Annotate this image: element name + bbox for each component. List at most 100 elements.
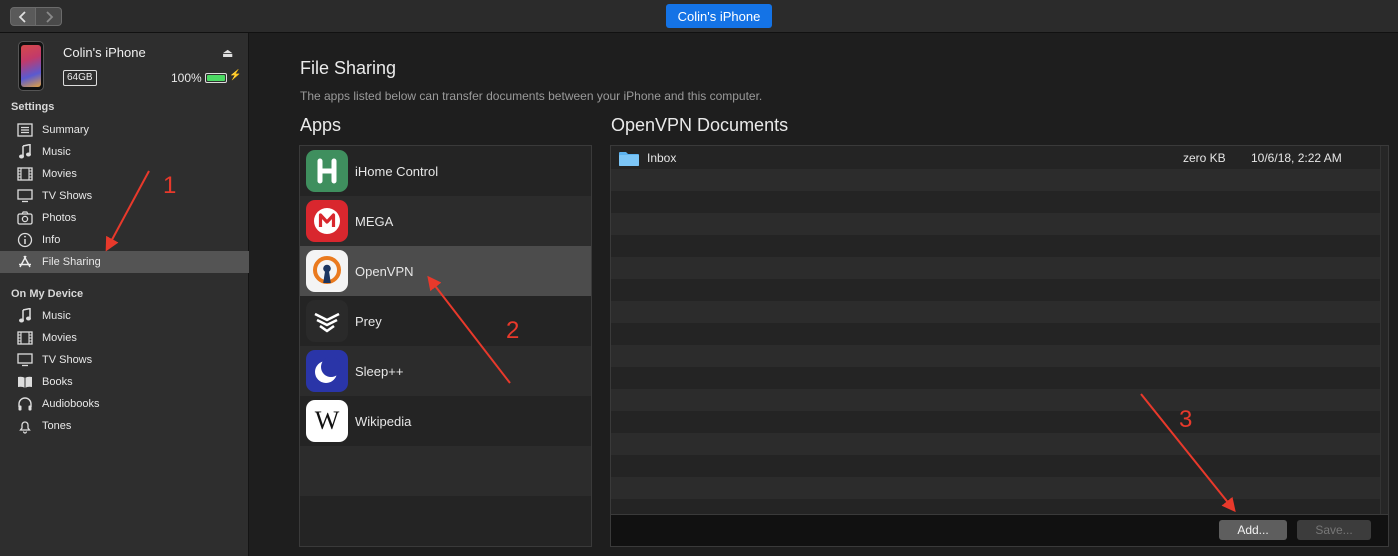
sidebar-item-label: Tones: [42, 420, 72, 432]
sidebar-item-label: Photos: [42, 212, 77, 224]
app-row-sleep[interactable]: Sleep++: [300, 346, 591, 396]
sidebar-item-photos[interactable]: Photos: [0, 207, 249, 229]
sidebar-item-label: Movies: [42, 168, 77, 180]
app-name: Prey: [355, 313, 382, 329]
forward-button[interactable]: [36, 7, 62, 26]
app-row-ihome-control[interactable]: iHome Control: [300, 146, 591, 196]
add-button[interactable]: Add...: [1219, 520, 1287, 540]
wikipedia-icon: W: [306, 400, 348, 442]
sidebar-item-file-sharing[interactable]: File Sharing: [0, 251, 249, 273]
info-icon: [16, 232, 34, 248]
app-name: iHome Control: [355, 163, 439, 179]
eject-icon[interactable]: ⏏: [222, 46, 233, 60]
documents-list: Inbox zero KB 10/6/18, 2:22 AM Add... Sa…: [610, 145, 1389, 547]
app-store-icon: [16, 254, 34, 270]
sidebar-item-device-tv-shows[interactable]: TV Shows: [0, 349, 249, 371]
empty-row: [300, 446, 591, 496]
sidebar-item-device-music[interactable]: Music: [0, 305, 249, 327]
list-stripe: [611, 191, 1388, 213]
sidebar-item-info[interactable]: Info: [0, 229, 249, 251]
sidebar-item-label: Movies: [42, 332, 77, 344]
ihome-icon: [306, 150, 348, 192]
book-icon: [16, 374, 34, 390]
chevron-left-icon: [18, 10, 26, 23]
list-stripe: [611, 235, 1388, 257]
music-note-icon: [16, 144, 34, 160]
list-stripe: [611, 279, 1388, 301]
list-stripe: [611, 411, 1388, 433]
apps-list: iHome Control MEGA OpenVPN Prey Sleep++: [299, 145, 592, 547]
list-stripe: [611, 477, 1388, 499]
film-icon: [16, 166, 34, 182]
sidebar-item-device-movies[interactable]: Movies: [0, 327, 249, 349]
list-stripe: [611, 433, 1388, 455]
annotation-step-3: 3: [1179, 406, 1193, 433]
history-nav: [10, 7, 62, 26]
on-my-device-header: On My Device: [11, 288, 84, 300]
mega-icon: [306, 200, 348, 242]
sidebar-item-label: TV Shows: [42, 354, 93, 366]
app-row-openvpn[interactable]: OpenVPN: [300, 246, 591, 296]
list-stripe: [611, 345, 1388, 367]
sidebar-item-books[interactable]: Books: [0, 371, 249, 393]
app-name: Wikipedia: [355, 413, 412, 429]
sidebar-item-audiobooks[interactable]: Audiobooks: [0, 393, 249, 415]
device-button[interactable]: Colin's iPhone: [666, 4, 772, 28]
folder-icon: [619, 152, 639, 166]
app-row-mega[interactable]: MEGA: [300, 196, 591, 246]
capacity-badge: 64GB: [63, 70, 97, 86]
sidebar-item-label: Books: [42, 376, 73, 388]
device-name: Colin's iPhone: [63, 45, 146, 60]
app-row-prey[interactable]: Prey: [300, 296, 591, 346]
empty-row: [300, 496, 591, 546]
tv-icon: [16, 188, 34, 204]
annotation-step-2: 2: [506, 317, 520, 344]
sidebar-item-music[interactable]: Music: [0, 141, 249, 163]
documents-footer: Add... Save...: [611, 514, 1388, 546]
page-title: File Sharing: [300, 58, 397, 78]
openvpn-icon: [306, 250, 348, 292]
battery-percent: 100%: [171, 71, 202, 85]
charging-icon: ⚡: [229, 70, 242, 81]
save-button[interactable]: Save...: [1297, 520, 1371, 540]
sidebar-item-label: File Sharing: [42, 256, 101, 268]
summary-icon: [16, 122, 34, 138]
camera-icon: [16, 210, 34, 226]
document-date: 10/6/18, 2:22 AM: [1251, 151, 1342, 165]
sidebar-item-label: Audiobooks: [42, 398, 100, 410]
sidebar-item-label: Music: [42, 310, 71, 322]
app-name: MEGA: [355, 213, 394, 229]
sidebar: Colin's iPhone ⏏ 64GB 100% ⚡ Settings Su…: [0, 33, 249, 556]
sidebar-item-tones[interactable]: Tones: [0, 415, 249, 437]
list-stripe: [611, 367, 1388, 389]
back-button[interactable]: [10, 7, 36, 26]
iphone-icon: [18, 41, 44, 91]
settings-header: Settings: [11, 101, 55, 113]
headphones-icon: [16, 396, 34, 412]
page-description: The apps listed below can transfer docum…: [300, 89, 763, 103]
sidebar-item-summary[interactable]: Summary: [0, 119, 249, 141]
app-row-wikipedia[interactable]: W Wikipedia: [300, 396, 591, 446]
toolbar: Colin's iPhone: [0, 0, 1398, 33]
document-row-inbox[interactable]: Inbox zero KB 10/6/18, 2:22 AM: [611, 147, 1388, 169]
sidebar-item-label: Info: [42, 234, 61, 246]
app-name: Sleep++: [355, 363, 404, 379]
chevron-right-icon: [45, 10, 53, 23]
list-stripe: [611, 455, 1388, 477]
film-icon: [16, 330, 34, 346]
sidebar-item-tv-shows[interactable]: TV Shows: [0, 185, 249, 207]
battery-icon: [205, 73, 227, 83]
annotation-step-1: 1: [163, 172, 177, 199]
tv-icon: [16, 352, 34, 368]
sidebar-item-movies[interactable]: Movies: [0, 163, 249, 185]
document-name: Inbox: [647, 151, 677, 165]
sidebar-item-label: Music: [42, 146, 71, 158]
main-panel: File Sharing The apps listed below can t…: [250, 33, 1398, 556]
app-name: OpenVPN: [355, 263, 414, 279]
music-note-icon: [16, 308, 34, 324]
list-stripe: [611, 323, 1388, 345]
documents-heading: OpenVPN Documents: [611, 115, 789, 135]
apps-heading: Apps: [300, 115, 342, 135]
scrollbar[interactable]: [1380, 146, 1388, 514]
list-stripe: [611, 213, 1388, 235]
